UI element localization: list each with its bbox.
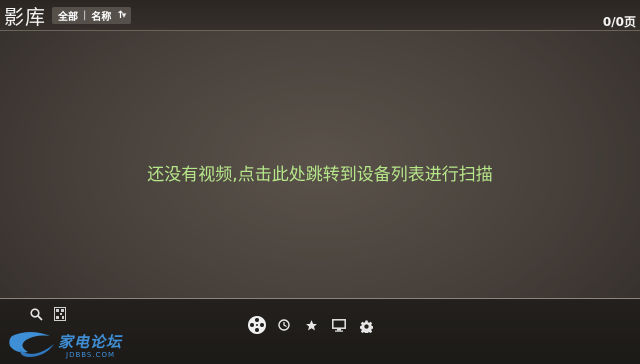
star-icon[interactable]: [304, 317, 318, 333]
library-screen: 影库 全部 | 名称 ↑ ▾ 0/0页 还没有视频,点击此处跳转到设备列表进行扫…: [0, 0, 640, 364]
monitor-icon[interactable]: [331, 317, 347, 333]
history-icon[interactable]: [277, 317, 291, 333]
watermark-text: 家电论坛: [58, 333, 123, 351]
sort-name-label[interactable]: 名称: [91, 8, 111, 23]
page-count: 0/0页: [602, 15, 636, 29]
qr-code-icon[interactable]: [53, 306, 67, 322]
chevron-down-icon[interactable]: ▾: [117, 7, 131, 24]
page-title: 影库: [4, 5, 46, 29]
empty-library-message[interactable]: 还没有视频,点击此处跳转到设备列表进行扫描: [0, 160, 640, 185]
search-icon[interactable]: [28, 306, 44, 322]
filter-separator: |: [83, 10, 87, 21]
film-reel-icon[interactable]: [246, 314, 268, 336]
header-divider: [0, 30, 640, 31]
filter-all-label[interactable]: 全部: [58, 8, 78, 23]
gear-icon[interactable]: [359, 318, 373, 334]
watermark-subtext: JDBBS.COM: [66, 351, 116, 359]
top-bar: 影库 全部 | 名称 ↑ ▾ 0/0页: [0, 0, 640, 30]
